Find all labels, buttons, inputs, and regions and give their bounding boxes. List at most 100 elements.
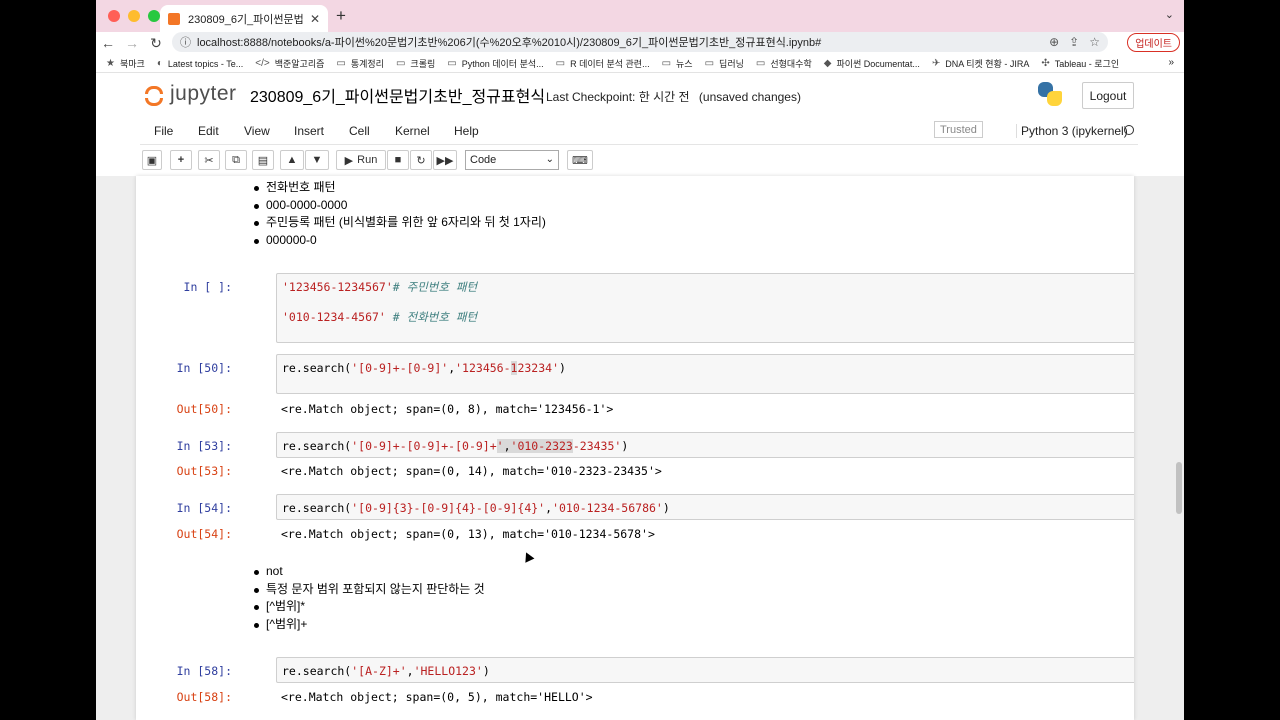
jupyter-logo-text[interactable]: jupyter xyxy=(170,82,237,106)
bookmark-label: 선형대수학 xyxy=(770,59,812,69)
back-icon[interactable]: ← xyxy=(96,35,120,51)
notebook-container: 전화번호 패턴 000-0000-0000 주민등록 패턴 (비식별화를 위한 … xyxy=(136,176,1134,720)
code-function: re.search( xyxy=(282,664,352,678)
zoom-icon[interactable]: ⊕ xyxy=(1049,35,1059,49)
play-icon: ▶ xyxy=(344,154,354,167)
close-window-button[interactable] xyxy=(108,10,120,22)
bookmark-icon: ▭ xyxy=(755,58,766,69)
code-paren: ) xyxy=(662,501,670,515)
menu-view[interactable]: View xyxy=(244,124,270,138)
code-string: 23234' xyxy=(517,361,559,375)
new-tab-icon[interactable]: + xyxy=(336,6,346,26)
output-prompt: Out[58]: xyxy=(176,690,232,704)
paste-icon[interactable]: ▤ xyxy=(252,150,274,170)
insert-cell-icon[interactable]: + xyxy=(170,150,192,170)
menu-cell[interactable]: Cell xyxy=(349,124,370,138)
page-scrollbar[interactable] xyxy=(1176,462,1182,514)
bookmark-icon: ▭ xyxy=(447,58,457,69)
jupyter-logo-icon[interactable] xyxy=(144,84,164,108)
cell-type-select[interactable]: Code ⌄ xyxy=(465,150,559,170)
bookmark-item[interactable]: ▭ 뉴스 xyxy=(662,57,693,70)
jupyter-header: jupyter 230809_6기_파이썬문법기초반_정규표현식 Last Ch… xyxy=(96,74,1184,116)
code-paren: ) xyxy=(621,439,629,453)
code-cell[interactable]: re.search('[0-9]+-[0-9]','123456-123234'… xyxy=(276,354,1134,394)
interrupt-icon[interactable]: ■ xyxy=(387,150,409,170)
more-bookmarks-icon[interactable]: » xyxy=(1168,57,1174,68)
bookmark-item[interactable]: ▭ 선형대수학 xyxy=(756,57,812,70)
checkpoint-status: Last Checkpoint: 한 시간 전 (unsaved changes… xyxy=(546,88,801,105)
bookmark-item[interactable]: ▭ 딥러닝 xyxy=(705,57,744,70)
code-string: '[0-9]+-[0-9]+-[0-9]+ xyxy=(351,439,497,453)
menu-edit[interactable]: Edit xyxy=(198,124,219,138)
input-prompt: In [ ]: xyxy=(183,280,232,294)
list-item: [^범위]* xyxy=(254,598,485,616)
command-palette-keyboard-icon[interactable]: ⌨ xyxy=(567,150,593,170)
bookmark-label: 딥러닝 xyxy=(719,59,744,69)
share-icon[interactable]: ⇪ xyxy=(1069,35,1079,49)
menu-insert[interactable]: Insert xyxy=(294,124,324,138)
bookmark-label: 크롤링 xyxy=(410,59,436,69)
code-string: '010-1234-4567' xyxy=(282,310,386,324)
code-cell[interactable]: re.search('[A-Z]+','HELLO123') xyxy=(276,657,1134,683)
code-string-highlight: '010-2323 xyxy=(510,439,573,453)
bookmark-item[interactable]: ▭ Python 데이터 분석... xyxy=(447,57,543,70)
bookmark-item[interactable]: ▭ 통계정리 xyxy=(336,57,384,70)
bookmark-label: 파이썬 Documentat... xyxy=(836,59,920,69)
move-up-icon[interactable]: ▲ xyxy=(280,150,304,170)
copy-icon[interactable]: ⧉ xyxy=(225,150,247,170)
update-button[interactable]: 업데이트 xyxy=(1127,33,1180,52)
save-icon[interactable]: ▣ xyxy=(142,150,162,170)
kernel-name[interactable]: Python 3 (ipykernel) xyxy=(1016,124,1128,138)
site-info-icon[interactable]: ⓘ xyxy=(180,34,191,50)
bookmark-icon: ▭ xyxy=(704,58,715,69)
zoom-window-button[interactable] xyxy=(148,10,160,22)
bookmark-item[interactable]: </> 백준알고리즘 xyxy=(255,57,324,70)
restart-run-all-icon[interactable]: ▶▶ xyxy=(433,150,457,170)
bookmark-item[interactable]: ◆ 파이썬 Documentat... xyxy=(824,57,920,70)
menu-kernel[interactable]: Kernel xyxy=(395,124,430,138)
move-down-icon[interactable]: ▼ xyxy=(305,150,329,170)
bookmark-label: Latest topics - Te... xyxy=(167,58,244,69)
run-label: Run xyxy=(357,154,378,166)
code-comma: , xyxy=(503,439,511,453)
menu-help[interactable]: Help xyxy=(454,124,479,138)
bookmark-icon: </> xyxy=(255,58,270,69)
url-text: localhost:8888/notebooks/a-파이썬%20문법기초반%2… xyxy=(197,37,822,49)
bookmarks-bar: ★ 북마크 ◐ Latest topics - Te... </> 백준알고리즘 ▭ 통계정리… xyxy=(96,55,1184,73)
code-paren: ) xyxy=(559,361,566,375)
bookmark-item[interactable]: ✈ DNA 티켓 현황 - JIRA xyxy=(932,57,1030,70)
bookmark-item[interactable]: ✣ Tableau - 로그인 xyxy=(1041,57,1119,70)
logout-button[interactable]: Logout xyxy=(1082,82,1134,109)
minimize-window-button[interactable] xyxy=(128,10,140,22)
markdown-cell-patterns[interactable]: 전화번호 패턴 000-0000-0000 주민등록 패턴 (비식별화를 위한 … xyxy=(254,179,546,249)
code-paren: ) xyxy=(482,664,490,678)
browser-tab[interactable]: 230809_6기_파이썬문법기초반_정 ✕ xyxy=(160,5,328,32)
bookmark-item[interactable]: ▭ R 데이터 분석 관련... xyxy=(556,57,650,70)
address-bar[interactable]: ⓘ localhost:8888/notebooks/a-파이썬%20문법기초반… xyxy=(172,32,1108,52)
run-button[interactable]: ▶ Run xyxy=(336,150,386,170)
tab-search-chevron-icon[interactable]: ⌄ xyxy=(1165,8,1174,21)
trusted-indicator[interactable]: Trusted xyxy=(934,121,983,138)
output-prompt: Out[50]: xyxy=(176,402,232,416)
markdown-cell-not[interactable]: not 특정 문자 범위 포함되지 않는지 판단하는 것 [^범위]* [^범위… xyxy=(254,563,485,633)
notebook-name[interactable]: 230809_6기_파이썬문법기초반_정규표현식 xyxy=(250,83,545,107)
forward-icon[interactable]: → xyxy=(120,35,144,51)
bookmark-label: 백준알고리즘 xyxy=(274,59,325,69)
code-function: re.search( xyxy=(282,439,352,453)
bookmark-icon: ▭ xyxy=(395,58,406,69)
bookmark-star-icon[interactable]: ☆ xyxy=(1089,35,1100,49)
bookmark-label: Python 데이터 분석... xyxy=(461,59,544,69)
code-cell[interactable]: re.search('[0-9]{3}-[0-9]{4}-[0-9]{4}','… xyxy=(276,494,1134,520)
cut-icon[interactable]: ✂ xyxy=(198,150,220,170)
close-tab-icon[interactable]: ✕ xyxy=(310,12,320,26)
code-cell[interactable]: '123456-1234567'# 주민번호 패턴 '010-1234-4567… xyxy=(276,273,1134,343)
bookmark-item[interactable]: ▭ 크롤링 xyxy=(396,57,435,70)
bookmark-label: 뉴스 xyxy=(676,59,693,69)
reload-icon[interactable]: ↻ xyxy=(144,35,168,52)
restart-icon[interactable]: ↻ xyxy=(410,150,432,170)
bookmark-item[interactable]: ◐ Latest topics - Te... xyxy=(157,58,243,69)
menu-file[interactable]: File xyxy=(154,124,173,138)
code-cell[interactable]: re.search('[0-9]+-[0-9]+-[0-9]+','010-23… xyxy=(276,432,1134,458)
bookmark-item[interactable]: ★ 북마크 xyxy=(106,57,145,70)
bookmark-icon: ◆ xyxy=(823,58,832,69)
